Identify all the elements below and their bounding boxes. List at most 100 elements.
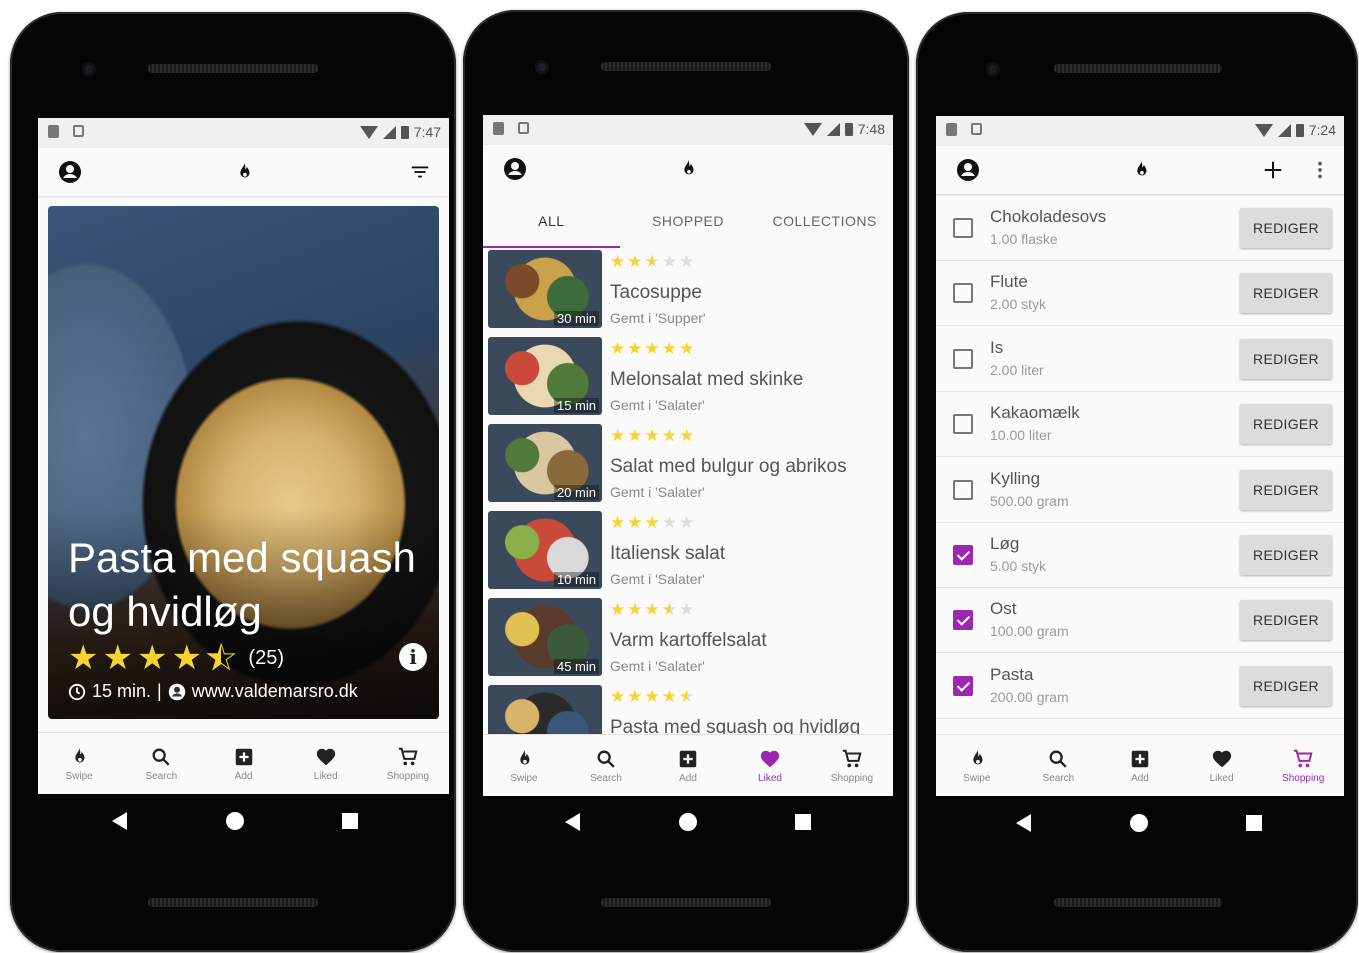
item-quantity: 100.00 gram	[990, 623, 1069, 640]
back-icon[interactable]	[1016, 814, 1031, 832]
account-icon[interactable]	[58, 160, 82, 184]
item-checkbox[interactable]	[953, 545, 973, 565]
heart-icon	[316, 748, 335, 765]
flame-logo-icon[interactable]	[676, 157, 700, 181]
star-icon: ★	[627, 513, 645, 532]
add-box-icon	[679, 750, 697, 767]
sd-card-icon	[493, 122, 504, 135]
nav-swipe[interactable]: Swipe	[38, 733, 120, 794]
nav-swipe[interactable]: Swipe	[483, 735, 565, 796]
recipe-list-item[interactable]: ★★★★★ Pasta med squash og hvidløg	[488, 683, 893, 734]
back-icon[interactable]	[112, 812, 127, 830]
nav-swipe[interactable]: Swipe	[936, 735, 1018, 796]
nav-liked[interactable]: Liked	[729, 735, 811, 796]
nav-search[interactable]: Search	[565, 735, 647, 796]
info-button[interactable]: i	[399, 643, 427, 671]
nav-add[interactable]: Add	[1099, 735, 1181, 796]
phone-frame-liked: 7:48 ALL SHOPPED COLLECTIONS 30 min ★★★★★…	[463, 10, 909, 952]
star-icon: ★	[627, 687, 645, 706]
cart-icon	[1294, 749, 1313, 767]
plus-icon[interactable]	[1261, 158, 1285, 182]
nav-label: Liked	[1209, 772, 1234, 784]
recents-icon[interactable]	[342, 813, 358, 829]
recipe-card[interactable]: Pasta med squash og hvidløg ★ ★ ★ ★ ★ (2…	[48, 206, 439, 719]
nav-add[interactable]: Add	[202, 733, 284, 794]
nav-add[interactable]: Add	[647, 735, 729, 796]
recipe-list-item[interactable]: 45 min ★★★★★ Varm kartoffelsalat Gemt i 'Sa…	[488, 596, 893, 678]
recipe-list-item[interactable]: 15 min ★★★★★ Melonsalat med skinke Gemt i '…	[488, 335, 893, 417]
item-checkbox[interactable]	[953, 283, 973, 304]
item-checkbox[interactable]	[953, 610, 973, 631]
item-checkbox[interactable]	[953, 675, 973, 696]
nav-liked[interactable]: Liked	[285, 733, 367, 794]
recipe-list-item[interactable]: 20 min ★★★★★ Salat med bulgur og abrikos Ge…	[488, 422, 893, 504]
item-checkbox[interactable]	[953, 414, 973, 435]
notification-icon	[73, 125, 84, 137]
item-name: Kakaomælk	[990, 403, 1080, 423]
signal-icon	[826, 122, 840, 136]
star-icon: ★	[644, 687, 662, 706]
edit-button[interactable]: REDIGER	[1240, 535, 1332, 575]
star-icon: ★	[679, 339, 697, 358]
back-icon[interactable]	[565, 813, 580, 831]
account-icon[interactable]	[503, 157, 527, 181]
home-icon[interactable]	[225, 812, 244, 830]
item-quantity: 2.00 styk	[990, 296, 1047, 313]
recipe-thumbnail: 45 min	[488, 598, 602, 676]
nav-label: Add	[679, 772, 697, 784]
edit-button[interactable]: REDIGER	[1240, 208, 1332, 248]
flame-logo-icon[interactable]	[1129, 158, 1153, 182]
edit-button[interactable]: REDIGER	[1240, 273, 1332, 314]
edit-button[interactable]: REDIGER	[1240, 665, 1332, 706]
item-checkbox[interactable]	[953, 479, 973, 500]
item-quantity: 5.00 styk	[990, 558, 1047, 574]
star-icon: ★	[171, 639, 202, 677]
recents-icon[interactable]	[1246, 815, 1262, 831]
recipe-name: Tacosuppe	[610, 282, 702, 303]
search-icon	[152, 748, 170, 766]
star-empty-icon: ★	[661, 513, 679, 532]
recipe-list-item[interactable]: 30 min ★★★★★ Tacosuppe Gemt i 'Supper'	[488, 248, 893, 330]
sd-card-icon	[946, 123, 957, 136]
phone-frame-swipe: 7:47 Pasta med squash og hvidløg ★ ★ ★ ★…	[10, 12, 456, 952]
item-checkbox[interactable]	[953, 218, 973, 238]
nav-shopping[interactable]: Shopping	[367, 733, 449, 794]
item-quantity: 2.00 liter	[990, 361, 1044, 378]
app-bar	[936, 146, 1344, 194]
home-icon[interactable]	[1129, 814, 1148, 832]
edit-button[interactable]: REDIGER	[1240, 600, 1332, 641]
item-name: Pasta	[990, 664, 1034, 684]
tab-collections[interactable]: COLLECTIONS	[756, 193, 893, 248]
edit-button[interactable]: REDIGER	[1240, 404, 1332, 445]
recipe-list-item[interactable]: 10 min ★★★★★ Italiensk salat Gemt i 'Salate…	[488, 509, 893, 591]
tab-shopped[interactable]: SHOPPED	[620, 193, 757, 248]
item-checkbox[interactable]	[953, 348, 973, 369]
filter-icon[interactable]	[408, 160, 432, 184]
account-icon[interactable]	[956, 158, 980, 182]
tab-all[interactable]: ALL	[483, 193, 620, 248]
recipe-thumbnail: 10 min	[488, 511, 602, 589]
flame-logo-icon[interactable]	[232, 160, 256, 184]
more-vert-icon[interactable]	[1308, 158, 1332, 182]
recents-icon[interactable]	[795, 814, 811, 830]
recipe-collection: Gemt i 'Salater'	[610, 658, 705, 674]
recipe-name: Melonsalat med skinke	[610, 369, 804, 390]
liked-tabs: ALL SHOPPED COLLECTIONS	[483, 193, 893, 248]
edit-button[interactable]: REDIGER	[1240, 338, 1332, 379]
edit-button[interactable]: REDIGER	[1240, 469, 1332, 510]
home-icon[interactable]	[678, 813, 697, 831]
item-name: Kylling	[990, 468, 1041, 488]
star-icon: ★	[644, 426, 662, 445]
rating-stars: ★★★★★	[610, 513, 696, 533]
nav-liked[interactable]: Liked	[1181, 735, 1263, 796]
front-camera	[82, 62, 96, 76]
star-icon: ★	[610, 687, 628, 706]
nav-shopping[interactable]: Shopping	[1262, 735, 1344, 796]
shopping-list-row: Ost 100.00 gram REDIGER	[936, 588, 1344, 654]
nav-search[interactable]: Search	[1018, 735, 1100, 796]
star-icon: ★	[136, 639, 168, 677]
add-box-icon	[235, 748, 252, 765]
nav-search[interactable]: Search	[120, 733, 202, 794]
recipe-collection: Gemt i 'Salater'	[610, 484, 705, 500]
nav-shopping[interactable]: Shopping	[811, 735, 893, 796]
